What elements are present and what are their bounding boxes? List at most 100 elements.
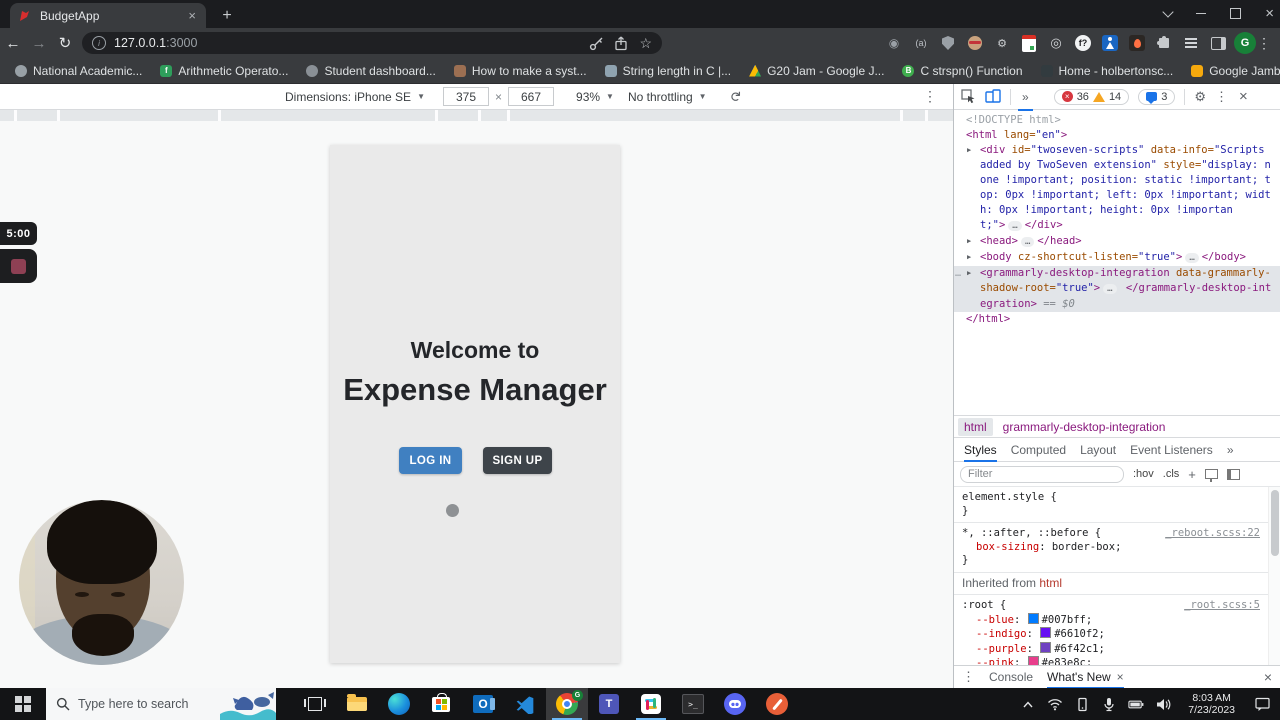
tab-styles[interactable]: Styles [964, 439, 997, 462]
profile-avatar[interactable]: G [1234, 32, 1256, 54]
element-style-rule[interactable]: element.style { } [954, 487, 1280, 523]
phone-link-icon[interactable] [1074, 696, 1090, 712]
terminal-icon[interactable]: >_ [672, 688, 714, 720]
bookmark-item[interactable]: How to make a syst... [445, 58, 596, 83]
react-devtools-icon[interactable]: ◉ [884, 33, 904, 53]
teams-icon[interactable]: T [588, 688, 630, 720]
extensions-puzzle-icon[interactable] [1154, 33, 1174, 53]
collapsed-content-icon[interactable]: … [1020, 237, 1035, 247]
bookmark-item[interactable]: Home - holbertonsc... [1032, 58, 1183, 83]
tab-event-listeners[interactable]: Event Listeners [1130, 439, 1213, 461]
file-explorer-icon[interactable] [336, 688, 378, 720]
share-icon[interactable] [614, 36, 629, 51]
target-icon[interactable]: ◎ [1046, 33, 1066, 53]
drawer-tab-console[interactable]: Console [989, 666, 1033, 688]
devtools-close-icon[interactable]: × [1239, 88, 1248, 105]
device-toolbar-menu-icon[interactable]: ⋮ [923, 88, 937, 105]
bookmark-item[interactable]: String length in C |... [596, 58, 741, 83]
stop-recording-button[interactable] [0, 249, 37, 283]
reload-icon[interactable]: ↻ [52, 34, 78, 52]
computed-sidebar-icon[interactable] [1226, 468, 1240, 480]
inspect-element-icon[interactable] [961, 89, 976, 104]
bookmark-item[interactable]: f Arithmetic Operato... [151, 58, 297, 83]
calendar-icon[interactable] [1019, 33, 1039, 53]
expand-arrow-icon[interactable]: ▶ [967, 250, 971, 265]
color-swatch[interactable] [1040, 627, 1052, 638]
dom-node-line[interactable]: ▶ <head>… </head> [954, 234, 1280, 250]
flame-icon[interactable] [1127, 33, 1147, 53]
viewport-height-input[interactable]: 667 [508, 87, 555, 106]
volume-icon[interactable] [1155, 696, 1171, 712]
bookmark-item[interactable]: B C strspn() Function [893, 58, 1031, 83]
stylesheet-link[interactable]: _reboot.scss:22 [1165, 527, 1272, 541]
zoom-dropdown[interactable]: 93% ▼ [576, 90, 614, 104]
drawer-menu-icon[interactable]: ⋮ [962, 669, 975, 685]
tab-search-chevron-icon[interactable] [1162, 5, 1174, 18]
screen-recorder-icon[interactable] [756, 688, 798, 720]
expand-arrow-icon[interactable]: ▶ [967, 266, 971, 281]
new-tab-button[interactable]: + [216, 5, 238, 27]
paint-format-icon[interactable] [1204, 469, 1218, 482]
back-icon[interactable]: ← [0, 35, 26, 52]
rotate-viewport-icon[interactable]: ↻ [726, 91, 743, 103]
wifi-icon[interactable] [1047, 696, 1063, 712]
microsoft-store-icon[interactable] [420, 688, 462, 720]
issues-badge[interactable]: 3 [1138, 88, 1176, 105]
taskbar-search[interactable]: Type here to search [46, 688, 276, 720]
color-swatch[interactable] [1040, 641, 1052, 653]
taskbar-clock[interactable]: 8:03 AM 7/23/2023 [1182, 692, 1241, 716]
tab-close-icon[interactable]: × [1117, 670, 1124, 684]
tab-layout[interactable]: Layout [1080, 439, 1116, 461]
styles-pane[interactable]: element.style { } *, ::after, ::before {… [954, 487, 1280, 690]
key-icon[interactable] [589, 36, 604, 51]
outlook-icon[interactable]: O [462, 688, 504, 720]
errors-warnings-badge[interactable]: × 36 14 [1053, 88, 1130, 105]
dom-node-line[interactable]: </html> [954, 312, 1280, 327]
forward-icon[interactable]: → [26, 35, 52, 52]
devtools-settings-icon[interactable]: ⚙ [1194, 89, 1206, 105]
action-center-icon[interactable] [1252, 688, 1272, 720]
dom-node-line[interactable]: <html lang="en"> [954, 128, 1280, 143]
microphone-icon[interactable] [1101, 696, 1117, 712]
device-toolbar-icon[interactable] [985, 89, 1001, 104]
start-button[interactable] [0, 688, 46, 720]
collapsed-content-icon[interactable]: … [1008, 221, 1022, 231]
dimensions-dropdown[interactable]: Dimensions: iPhone SE [285, 90, 411, 104]
breadcrumb-grammarly-desktop-integration[interactable]: grammarly-desktop-integration [1003, 420, 1166, 434]
bookmark-item[interactable]: Student dashboard... [297, 58, 444, 83]
styles-scrollbar[interactable] [1268, 487, 1280, 690]
class-toggle[interactable]: .cls [1163, 468, 1180, 480]
f-question-icon[interactable]: f? [1073, 33, 1093, 53]
drawer-close-icon[interactable]: × [1264, 669, 1272, 685]
expand-arrow-icon[interactable]: ▶ [967, 143, 971, 158]
signup-button[interactable]: SIGN UP [483, 447, 552, 474]
dom-node-line[interactable]: <!DOCTYPE html> [954, 113, 1280, 128]
throttling-dropdown[interactable]: No throttling ▼ [628, 90, 707, 104]
tab-close-icon[interactable]: × [186, 8, 198, 23]
site-info-icon[interactable]: i [92, 36, 106, 50]
face-glasses-icon[interactable] [965, 33, 985, 53]
accessibility-icon[interactable] [1100, 33, 1120, 53]
battery-icon[interactable] [1128, 696, 1144, 712]
stylesheet-link[interactable]: _root.scss:5 [1184, 599, 1272, 613]
sidebar-toggle-icon[interactable] [1208, 33, 1228, 53]
window-close-icon[interactable]: × [1265, 6, 1274, 21]
universal-rule[interactable]: *, ::after, ::before { _reboot.scss:22 b… [954, 523, 1280, 573]
discord-icon[interactable] [714, 688, 756, 720]
collapsed-content-icon[interactable]: … [1185, 253, 1199, 263]
paren-a-icon[interactable]: (a) [911, 33, 931, 53]
inherited-element-link[interactable]: html [1039, 576, 1062, 590]
drawer-tab-whats-new[interactable]: What's New × [1047, 666, 1124, 689]
shield-icon[interactable] [938, 33, 958, 53]
vscode-icon[interactable] [504, 688, 546, 720]
viewport-width-input[interactable]: 375 [443, 87, 489, 106]
devtools-menu-icon[interactable]: ⋮ [1215, 89, 1228, 105]
dom-node-line[interactable]: ▶ <body cz-shortcut-listen="true">… </body… [954, 250, 1280, 266]
browser-tab[interactable]: BudgetApp × [10, 3, 206, 28]
chrome-icon[interactable]: G [546, 688, 588, 720]
elements-tree[interactable]: <!DOCTYPE html> <html lang="en"> ▶ <div id=… [954, 110, 1280, 415]
edge-icon[interactable] [378, 688, 420, 720]
dom-node-line[interactable]: ▶ <div id="twoseven-scripts" data-info="S… [954, 143, 1280, 234]
login-button[interactable]: LOG IN [399, 447, 462, 474]
new-style-rule-icon[interactable]: + [1188, 467, 1196, 482]
